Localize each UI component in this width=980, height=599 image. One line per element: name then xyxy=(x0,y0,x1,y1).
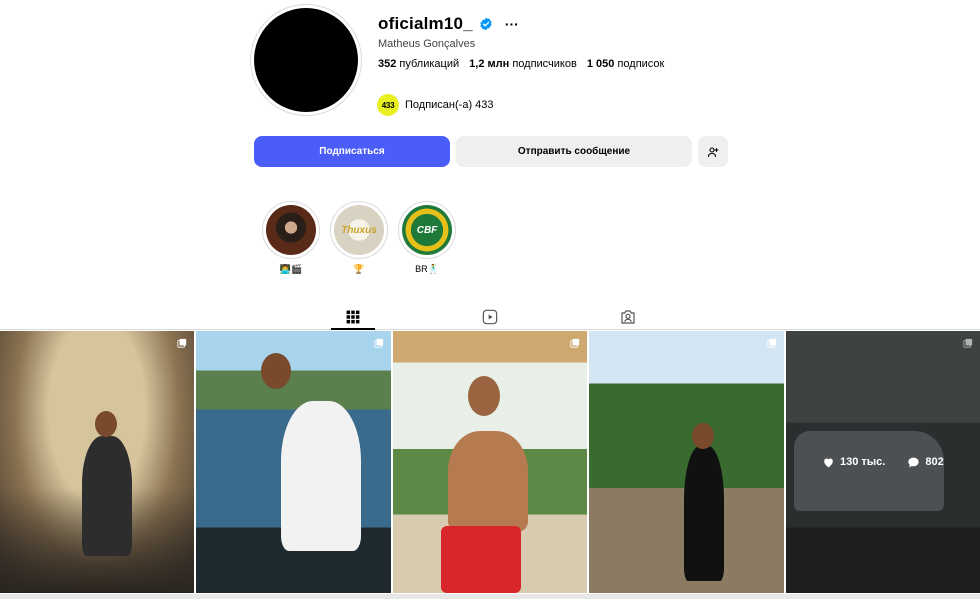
following-label: подписок xyxy=(617,58,665,70)
post-figure xyxy=(447,431,528,531)
followed-by-text: Подписан(-а) 433 xyxy=(405,99,494,111)
profile-avatar[interactable] xyxy=(254,8,358,112)
post-comments: 802 xyxy=(907,456,944,469)
post-thumbnail[interactable] xyxy=(392,331,588,593)
profile-username: oficialm10_ xyxy=(378,14,473,33)
next-row-edge xyxy=(0,594,980,599)
posts-stat: 352 публикаций xyxy=(378,58,459,70)
post-likes-count: 130 тыс. xyxy=(839,456,886,468)
post-thumbnail[interactable] xyxy=(196,331,391,593)
multiple-photos-icon xyxy=(570,338,580,348)
add-user-button[interactable] xyxy=(698,136,728,167)
posts-count: 352 xyxy=(378,58,397,70)
post-figure-head xyxy=(261,353,292,389)
tab-tagged[interactable] xyxy=(606,305,650,329)
post-figure-head xyxy=(692,423,715,449)
follow-button[interactable]: Подписаться xyxy=(254,136,450,167)
highlight-item[interactable]: CBF BR🕺 xyxy=(398,201,456,276)
followers-label: подписчиков xyxy=(512,58,577,70)
multiple-photos-icon xyxy=(177,338,187,348)
post-likes: 130 тыс. xyxy=(822,456,885,469)
highlight-ring: CBF xyxy=(398,201,456,259)
post-hover-overlay[interactable]: 130 тыс. 802 xyxy=(785,331,980,593)
followed-by-avatar: 433 xyxy=(377,94,399,116)
post-comments-count: 802 xyxy=(925,456,944,468)
post-thumbnail[interactable]: 130 тыс. 802 xyxy=(785,331,980,593)
post-figure-head xyxy=(95,411,117,437)
grid-icon xyxy=(346,310,360,324)
send-message-button[interactable]: Отправить сообщение xyxy=(456,136,692,167)
tab-posts[interactable] xyxy=(331,305,375,329)
username-row: oficialm10_ ··· xyxy=(378,12,519,36)
highlight-item[interactable]: 👨‍💻🎬 xyxy=(262,201,320,276)
tab-reels[interactable] xyxy=(468,305,512,329)
highlight-cover xyxy=(266,205,316,255)
active-tab-indicator xyxy=(331,328,375,330)
story-highlights: 👨‍💻🎬 Thuxus 🏆 CBF BR🕺 xyxy=(262,201,456,276)
highlight-cover: CBF xyxy=(402,205,452,255)
add-user-icon xyxy=(707,146,719,157)
following-count: 1 050 xyxy=(586,58,615,70)
reels-icon xyxy=(482,309,498,325)
following-stat[interactable]: 1 050 подписок xyxy=(587,58,665,70)
posts-grid: 130 тыс. 802 xyxy=(0,331,980,599)
tagged-icon xyxy=(621,310,635,324)
post-figure xyxy=(281,401,362,551)
post-thumbnail[interactable] xyxy=(589,331,784,593)
profile-full-name: Matheus Gonçalves xyxy=(378,38,476,50)
profile-stats: 352 публикаций 1,2 млн подписчиков 1 050… xyxy=(378,58,664,70)
post-figure-shorts xyxy=(440,526,521,593)
followers-stat[interactable]: 1,2 млн подписчиков xyxy=(469,58,577,70)
followers-count: 1,2 млн xyxy=(469,58,510,70)
multiple-photos-icon xyxy=(374,338,383,348)
profile-avatar-ring[interactable] xyxy=(250,4,362,116)
highlight-label: BR🕺 xyxy=(415,264,439,274)
highlight-label: 🏆 xyxy=(353,264,365,274)
verified-badge-icon xyxy=(480,17,492,31)
followed-by[interactable]: 433 Подписан(-а) 433 xyxy=(377,94,494,116)
tabs-divider xyxy=(0,329,980,330)
heart-icon xyxy=(824,457,833,467)
highlight-ring: Thuxus xyxy=(330,201,388,259)
post-figure xyxy=(684,446,725,581)
highlight-cover: Thuxus xyxy=(334,205,384,255)
multiple-photos-icon xyxy=(767,338,776,348)
highlight-label: 👨‍💻🎬 xyxy=(279,264,303,274)
highlight-ring xyxy=(262,201,320,259)
post-thumbnail[interactable] xyxy=(0,331,195,593)
posts-label: публикаций xyxy=(399,58,460,70)
post-figure-head xyxy=(467,376,500,416)
comment-icon xyxy=(908,457,919,467)
more-options-icon[interactable]: ··· xyxy=(505,17,519,31)
post-figure xyxy=(82,436,132,556)
highlight-item[interactable]: Thuxus 🏆 xyxy=(330,201,388,276)
